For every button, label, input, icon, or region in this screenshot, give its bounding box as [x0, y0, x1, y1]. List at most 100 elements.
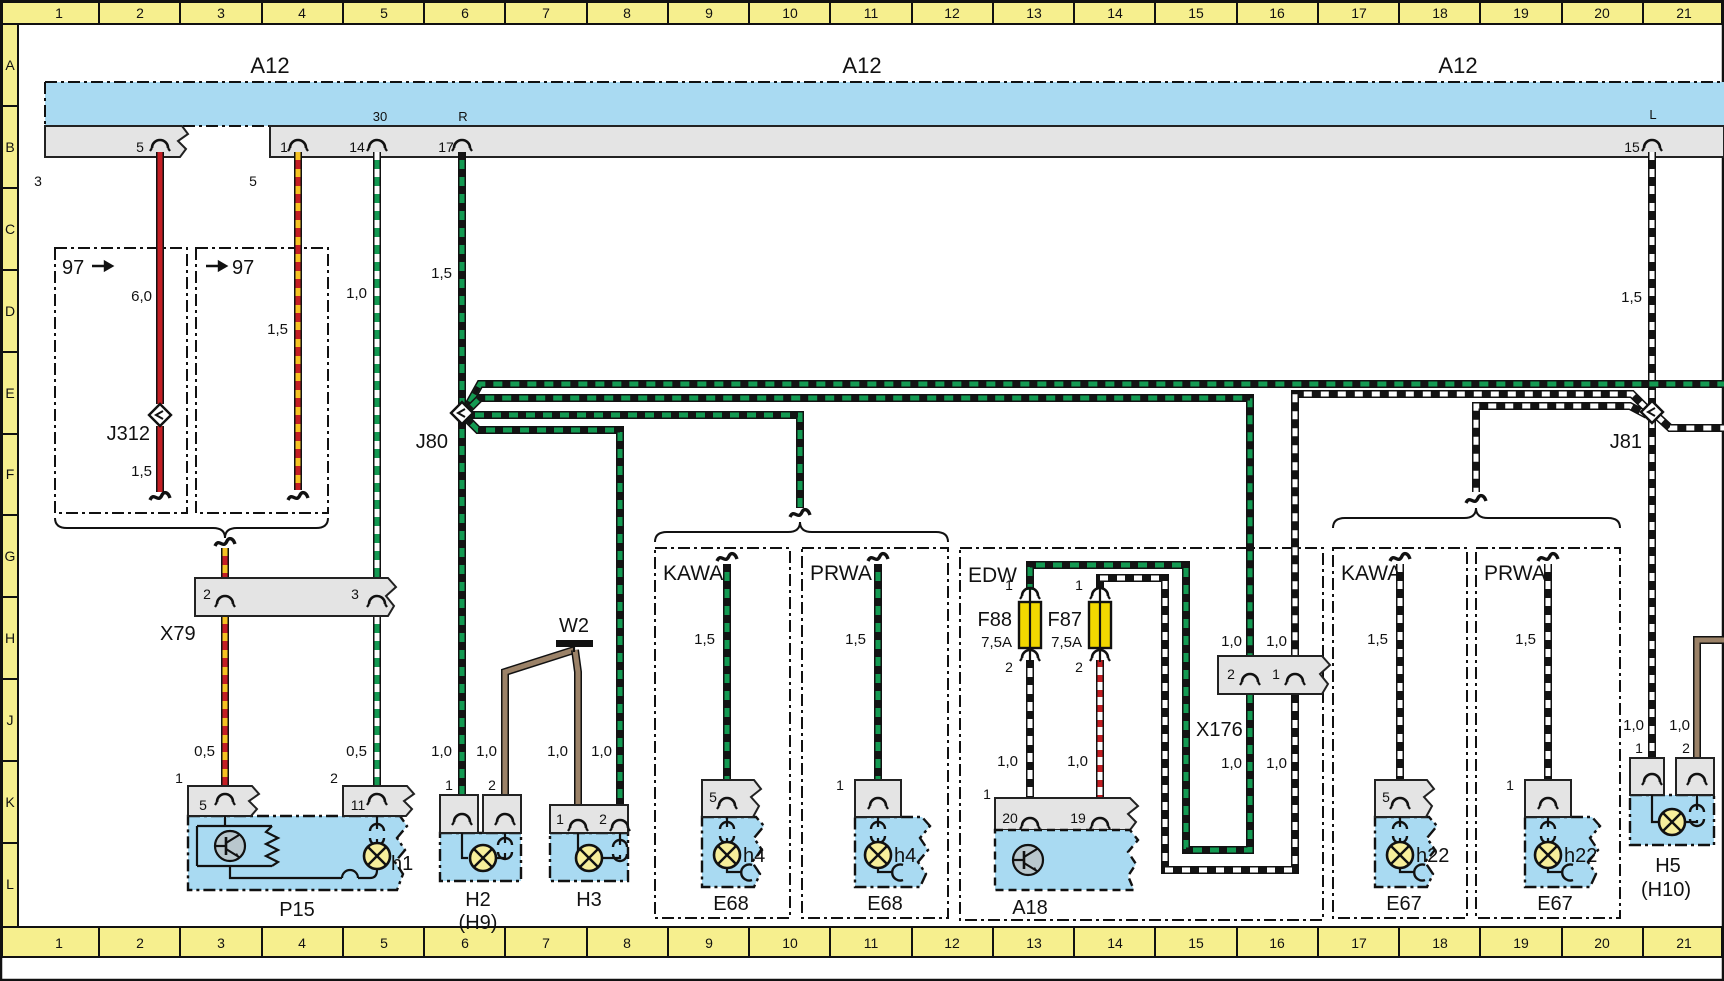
gauge-label: 1,0: [547, 743, 568, 760]
gauge-label: 1,0: [1067, 753, 1088, 770]
j81-label: J81: [1610, 431, 1642, 453]
ruler-cell: 20: [1594, 5, 1610, 21]
ruler-cell: 7: [542, 935, 550, 951]
a18-pin-20: 20: [1002, 810, 1018, 826]
h5-sub-label: (H10): [1641, 879, 1691, 901]
strip-pin-1: 1: [280, 139, 288, 155]
ruler-cell: 18: [1432, 935, 1448, 951]
p15-pin-5: 5: [199, 797, 207, 813]
ruler-cell: 13: [1026, 5, 1042, 21]
p15-conn-1: 1: [175, 770, 183, 786]
ruler-cell: 4: [298, 935, 306, 951]
strip-pin-15: 15: [1624, 139, 1640, 155]
gauge-label: 1,0: [1669, 717, 1690, 734]
w2-label: W2: [559, 615, 589, 637]
ruler-cell: 13: [1026, 935, 1042, 951]
e68-kawa-label: E68: [713, 893, 749, 915]
f87-pin-2: 2: [1075, 659, 1083, 675]
gauge-label: 1,5: [131, 463, 152, 480]
e68-prwa-conn-1: 1: [836, 777, 844, 793]
row-letter: C: [5, 221, 15, 237]
gauge-label: 1,0: [997, 753, 1018, 770]
bottom-ruler-band: [2, 927, 1722, 957]
h3-pin-2: 2: [599, 811, 607, 827]
ruler-cell: 10: [782, 5, 798, 21]
lamp-icon: [714, 842, 740, 868]
h5-label: H5: [1655, 855, 1681, 877]
strip-pin-14: 14: [349, 139, 365, 155]
j80-label: J80: [416, 431, 448, 453]
ruler-cell: 4: [298, 5, 306, 21]
x79-pin-2: 2: [203, 586, 211, 602]
box97-right-label: 97: [232, 257, 254, 279]
ruler-cell: 14: [1107, 5, 1123, 21]
row-letter: K: [5, 794, 15, 810]
f88-pin-2: 2: [1005, 659, 1013, 675]
gauge-label: 1,0: [476, 743, 497, 760]
j312-label: J312: [107, 423, 150, 445]
h2-pin-1: 1: [445, 777, 453, 793]
h2-sub-label: (H9): [459, 912, 498, 934]
ruler-cell: 7: [542, 5, 550, 21]
gauge-label: 1,5: [845, 631, 866, 648]
x176-pin-1: 1: [1272, 666, 1280, 682]
ruler-cell: 6: [461, 5, 469, 21]
ruler-cell: 8: [623, 935, 631, 951]
row-letter: A: [5, 57, 15, 73]
row-letter: J: [7, 712, 14, 728]
e67-kawa-label: E67: [1386, 893, 1422, 915]
ruler-cell: 6: [461, 935, 469, 951]
x176-label: X176: [1196, 719, 1243, 741]
gauge-label: 1,5: [1515, 631, 1536, 648]
ruler-cell: 16: [1269, 5, 1285, 21]
ruler-cell: 9: [705, 935, 713, 951]
h5-pin-2: 2: [1682, 740, 1690, 756]
gauge-label: 1,5: [431, 265, 452, 282]
x176-pin-2: 2: [1227, 666, 1235, 682]
f88-pin-1: 1: [1005, 577, 1013, 593]
component-w2: W2: [556, 615, 593, 652]
ruler-cell: 5: [380, 5, 388, 21]
gauge-label: 1,0: [1266, 633, 1287, 650]
gauge-label: 1,0: [346, 285, 367, 302]
lamp-icon: [1387, 842, 1413, 868]
a18-label: A18: [1012, 897, 1048, 919]
ruler-cell: 11: [864, 935, 879, 951]
row-letter: F: [6, 466, 15, 482]
ruler-cell: 21: [1676, 5, 1692, 21]
gauge-label: 1,5: [1621, 289, 1642, 306]
ruler-cell: 16: [1269, 935, 1285, 951]
top-ruler-numbers: 1 2 3 4 5 6 7 8 9 10 11 12 13 14 15 16 1…: [55, 5, 1692, 21]
strip-outer-5: 5: [249, 173, 257, 189]
gauge-label: 1,0: [1221, 755, 1242, 772]
row-letter: D: [5, 303, 15, 319]
e67-prwa-group-label: PRWA: [1484, 562, 1546, 585]
bus-pin-l: L: [1649, 107, 1656, 122]
gauge-label: 0,5: [194, 743, 215, 760]
box97-left-label: 97: [62, 257, 84, 279]
top-ruler-band: [2, 2, 1722, 24]
row-letter: L: [6, 876, 14, 892]
ruler-cell: 21: [1676, 935, 1692, 951]
ruler-cell: 1: [55, 935, 63, 951]
ruler-cell: 18: [1432, 5, 1448, 21]
ruler-cell: 5: [380, 935, 388, 951]
transistor-icon: [215, 831, 245, 861]
gauge-label: 1,5: [267, 321, 288, 338]
gauge-label: 1,0: [591, 743, 612, 760]
gauge-label: 1,0: [1221, 633, 1242, 650]
ruler-cell: 10: [782, 935, 798, 951]
wiring-diagram-canvas: 1 2 3 4 5 6 7 8 9 10 11 12 13 14 15 16 1…: [0, 0, 1724, 981]
h5-pin-1: 1: [1635, 740, 1643, 756]
wire-brown-w2-h3: [575, 650, 578, 810]
gauge-label: 6,0: [131, 288, 152, 305]
x79-label: X79: [160, 623, 196, 645]
ruler-cell: 1: [55, 5, 63, 21]
f87-rating: 7,5A: [1051, 634, 1082, 651]
x79-pin-3: 3: [351, 586, 359, 602]
h2-label: H2: [465, 889, 491, 911]
f87-label: F87: [1048, 609, 1082, 631]
e68-kawa-pin-5: 5: [709, 789, 717, 805]
a18-pin-19: 19: [1070, 810, 1086, 826]
gauge-label: 0,5: [346, 743, 367, 760]
